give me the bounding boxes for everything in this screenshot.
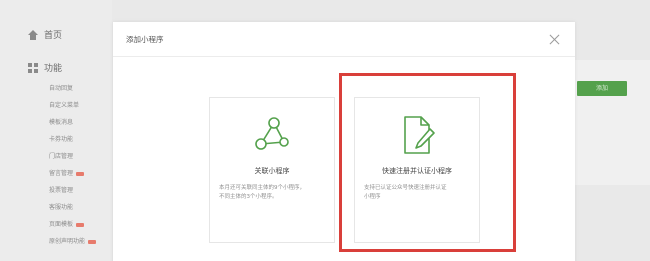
sidebar-item[interactable]: 客服功能 xyxy=(49,202,73,211)
nav-features[interactable]: 功能 xyxy=(28,61,62,74)
sidebar-item[interactable]: 门店管理 xyxy=(49,151,73,160)
new-badge xyxy=(76,222,85,227)
background-panel xyxy=(575,60,650,185)
sidebar-item-label: 投票管理 xyxy=(49,187,74,194)
option-description: 本月还可关联同主体的9个小程序， 不同主体的3个小程序。 xyxy=(219,185,306,200)
link-mini-program-option[interactable]: 关联小程序 本月还可关联同主体的9个小程序， 不同主体的3个小程序。 xyxy=(209,97,335,243)
sidebar-item[interactable]: 原创声明功能 xyxy=(49,236,97,245)
home-icon xyxy=(28,29,38,40)
add-mini-program-dialog: 添加小程序 关联小程序 本月还可关联同主体的9个小程序， 不同主体的3个小程序。… xyxy=(113,22,575,261)
sidebar-item-label: 模板消息 xyxy=(49,119,74,126)
sidebar-item[interactable]: 投票管理 xyxy=(49,185,73,194)
sidebar: 首页 功能 自动回复 自定义菜单 模板消息 卡券功能 门店管理 留言管理 投票管… xyxy=(0,0,112,261)
sidebar-item[interactable]: 模板消息 xyxy=(49,117,73,126)
divider xyxy=(113,56,575,57)
document-edit-icon xyxy=(404,116,435,154)
share-nodes-icon xyxy=(255,117,289,150)
dialog-title: 添加小程序 xyxy=(126,35,164,44)
sidebar-item-label: 门店管理 xyxy=(49,153,74,160)
sidebar-item[interactable]: 留言管理 xyxy=(49,168,85,177)
option-title: 关联小程序 xyxy=(254,167,290,175)
quick-register-option[interactable]: 快速注册并认证小程序 支持已认证公众号快速注册并认证 小程序 xyxy=(354,97,480,243)
new-badge xyxy=(76,171,85,176)
grid-icon xyxy=(28,62,38,73)
option-description: 支持已认证公众号快速注册并认证 小程序 xyxy=(364,185,447,200)
sidebar-item-label: 客服功能 xyxy=(49,204,74,211)
sidebar-item-label: 留言管理 xyxy=(49,170,74,177)
sidebar-item-label: 卡券功能 xyxy=(49,136,74,143)
sidebar-item-label: 自动回复 xyxy=(49,85,74,92)
close-icon[interactable] xyxy=(549,34,560,45)
sidebar-item[interactable]: 自动回复 xyxy=(49,83,73,92)
sidebar-item[interactable]: 卡券功能 xyxy=(49,134,73,143)
sidebar-item[interactable]: 自定义菜单 xyxy=(49,100,79,109)
nav-home-label: 首页 xyxy=(44,31,63,41)
option-title: 快速注册并认证小程序 xyxy=(382,167,452,175)
sidebar-item[interactable]: 页面模板 xyxy=(49,219,85,228)
sidebar-item-label: 原创声明功能 xyxy=(49,238,86,245)
add-button[interactable]: 添加 xyxy=(577,81,627,96)
sidebar-item-label: 自定义菜单 xyxy=(49,102,80,109)
nav-home[interactable]: 首页 xyxy=(28,28,62,41)
nav-features-label: 功能 xyxy=(44,64,63,74)
new-badge xyxy=(88,239,97,244)
sidebar-item-label: 页面模板 xyxy=(49,221,74,228)
